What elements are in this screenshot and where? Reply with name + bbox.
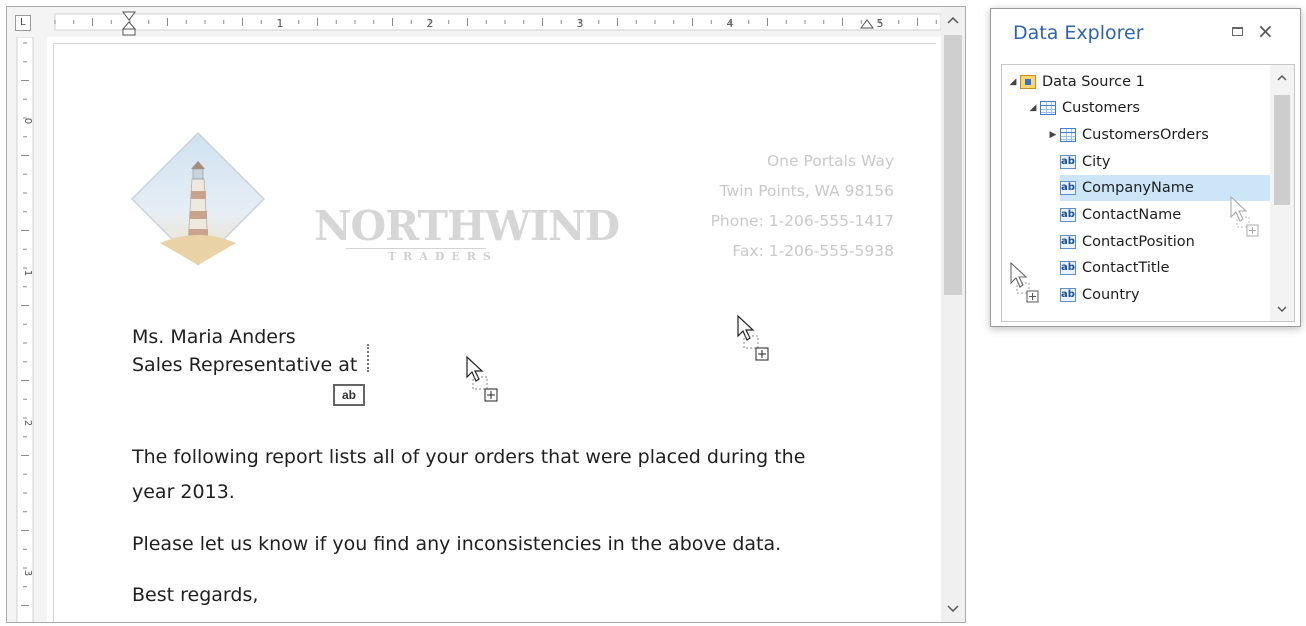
field-icon: ab (1060, 288, 1076, 302)
company-subtitle-logo: TRADERS (388, 250, 498, 263)
ruler-corner: L (7, 7, 47, 37)
collapse-arrow-icon[interactable]: ▶ (1046, 130, 1060, 140)
tree-item-label: ContactPosition (1082, 234, 1195, 250)
ruler-number: 2 (22, 420, 33, 426)
tree-scroll-up-button[interactable] (1270, 67, 1294, 87)
tree-item-label: Customers (1062, 100, 1140, 116)
body-text-line: The following report lists all of your o… (132, 446, 806, 468)
company-name-logo: NORTHWIND (314, 202, 620, 250)
ruler-number: 1 (22, 270, 33, 276)
ruler-number: 2 (427, 17, 434, 30)
recipient-name: Ms. Maria Anders (132, 326, 296, 348)
tab-stop-selector-button[interactable]: L (15, 15, 31, 31)
tree-item-contactname[interactable]: ab ContactName (1060, 202, 1181, 228)
chevron-up-icon (1277, 74, 1287, 80)
table-icon (1060, 128, 1076, 142)
tree-item-contactposition[interactable]: ab ContactPosition (1060, 229, 1195, 255)
restore-window-icon[interactable] (1232, 27, 1243, 36)
ruler-number: 4 (727, 17, 734, 30)
expand-arrow-icon[interactable]: ◢ (1026, 103, 1040, 113)
body-text-line: year 2013. (132, 481, 235, 503)
chevron-down-icon (1277, 306, 1287, 312)
document-page[interactable]: NORTHWIND TRADERS One Portals Way Twin P… (53, 43, 936, 622)
closing-text: Best regards, (132, 584, 259, 606)
tree-item-label: Country (1082, 287, 1140, 303)
tree-scroll-down-button[interactable] (1270, 299, 1294, 319)
field-icon: ab (1060, 208, 1076, 222)
body-paragraph: Please let us know if you find any incon… (132, 533, 782, 555)
document-editor: L 1 2 3 4 5 0 1 2 3 NORTHWIND TRADERS On… (6, 6, 966, 623)
ruler-number: 5 (877, 17, 884, 30)
field-icon: ab (1060, 155, 1076, 169)
scroll-up-button[interactable] (941, 9, 965, 31)
tree-item-data-source[interactable]: ◢ Data Source 1 (1006, 69, 1145, 95)
vertical-ruler[interactable]: 0 1 2 3 (7, 37, 47, 623)
field-icon: ab (1060, 261, 1076, 275)
drag-copy-cursor-icon (1230, 195, 1259, 237)
close-icon[interactable]: × (1257, 19, 1274, 43)
tree-item-label: ContactTitle (1082, 260, 1170, 276)
northwind-logo-image (130, 131, 266, 267)
tree-item-customers[interactable]: ◢ Customers (1026, 95, 1140, 121)
expand-arrow-icon[interactable]: ◢ (1006, 77, 1020, 87)
tree-item-city[interactable]: ab City (1060, 149, 1110, 175)
tree-item-label: ContactName (1082, 207, 1182, 223)
field-icon: ab (1060, 235, 1076, 249)
chevron-down-icon (947, 605, 959, 613)
tree-item-label: CompanyName (1082, 180, 1194, 196)
editor-vertical-scrollbar[interactable] (941, 7, 965, 622)
chevron-up-icon (947, 16, 959, 24)
drag-copy-cursor-icon (466, 355, 498, 402)
panel-title: Data Explorer (1013, 22, 1144, 44)
tree-scrollbar-thumb[interactable] (1274, 95, 1290, 205)
tree-item-label: CustomersOrders (1082, 127, 1209, 143)
address-line: Twin Points, WA 98156 (719, 182, 894, 200)
field-icon: ab (1060, 181, 1076, 195)
tree-item-customersorders[interactable]: ▶ CustomersOrders (1046, 122, 1209, 148)
drag-copy-cursor-icon (1010, 261, 1039, 303)
table-icon (1040, 101, 1056, 115)
data-explorer-panel: Data Explorer × ◢ Data Source 1 ◢ Custom… (990, 8, 1301, 327)
ruler-number: 1 (277, 17, 284, 30)
data-tree[interactable]: ◢ Data Source 1 ◢ Customers ▶ CustomersO… (1001, 64, 1295, 322)
fax-line: Fax: 1-206-555-5938 (732, 242, 894, 260)
phone-line: Phone: 1-206-555-1417 (710, 212, 894, 230)
tree-vertical-scrollbar[interactable] (1270, 65, 1294, 321)
insertion-caret (367, 344, 369, 372)
ruler-number: 0 (22, 118, 33, 124)
logo-divider (346, 248, 486, 249)
tree-item-country[interactable]: ab Country (1060, 282, 1140, 308)
scroll-down-button[interactable] (941, 598, 965, 620)
scrollbar-thumb[interactable] (944, 35, 962, 295)
ruler-number: 3 (22, 570, 33, 576)
field-drop-tag: ab (333, 384, 365, 406)
drag-copy-cursor-icon (737, 314, 769, 361)
database-icon (1020, 75, 1036, 89)
tree-item-label: Data Source 1 (1042, 74, 1145, 90)
ruler-number: 3 (577, 17, 584, 30)
tree-item-label: City (1082, 154, 1111, 170)
address-line: One Portals Way (766, 152, 894, 170)
horizontal-ruler[interactable]: 1 2 3 4 5 (47, 7, 941, 37)
recipient-title: Sales Representative at (132, 354, 358, 376)
tree-item-contacttitle[interactable]: ab ContactTitle (1060, 255, 1170, 281)
